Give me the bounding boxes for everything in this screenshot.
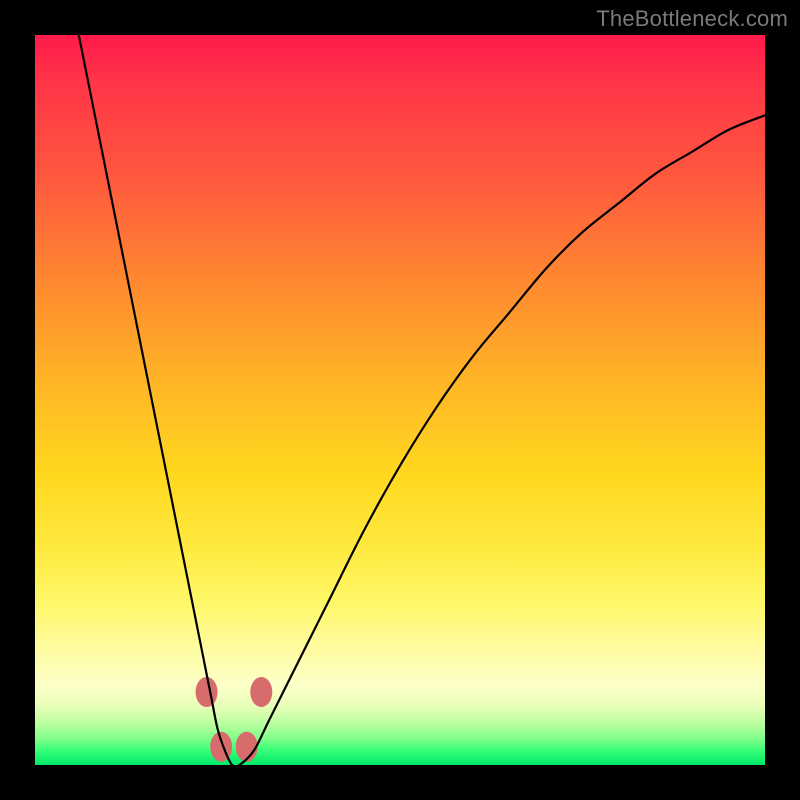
marker-right-lower	[236, 732, 258, 762]
plot-area	[35, 35, 765, 765]
marker-left-upper	[196, 677, 218, 707]
markers-group	[196, 677, 273, 762]
chart-frame: TheBottleneck.com	[0, 0, 800, 800]
bottleneck-curve	[79, 35, 765, 767]
watermark-label: TheBottleneck.com	[596, 6, 788, 32]
marker-right-upper	[250, 677, 272, 707]
curve-layer	[35, 35, 765, 765]
